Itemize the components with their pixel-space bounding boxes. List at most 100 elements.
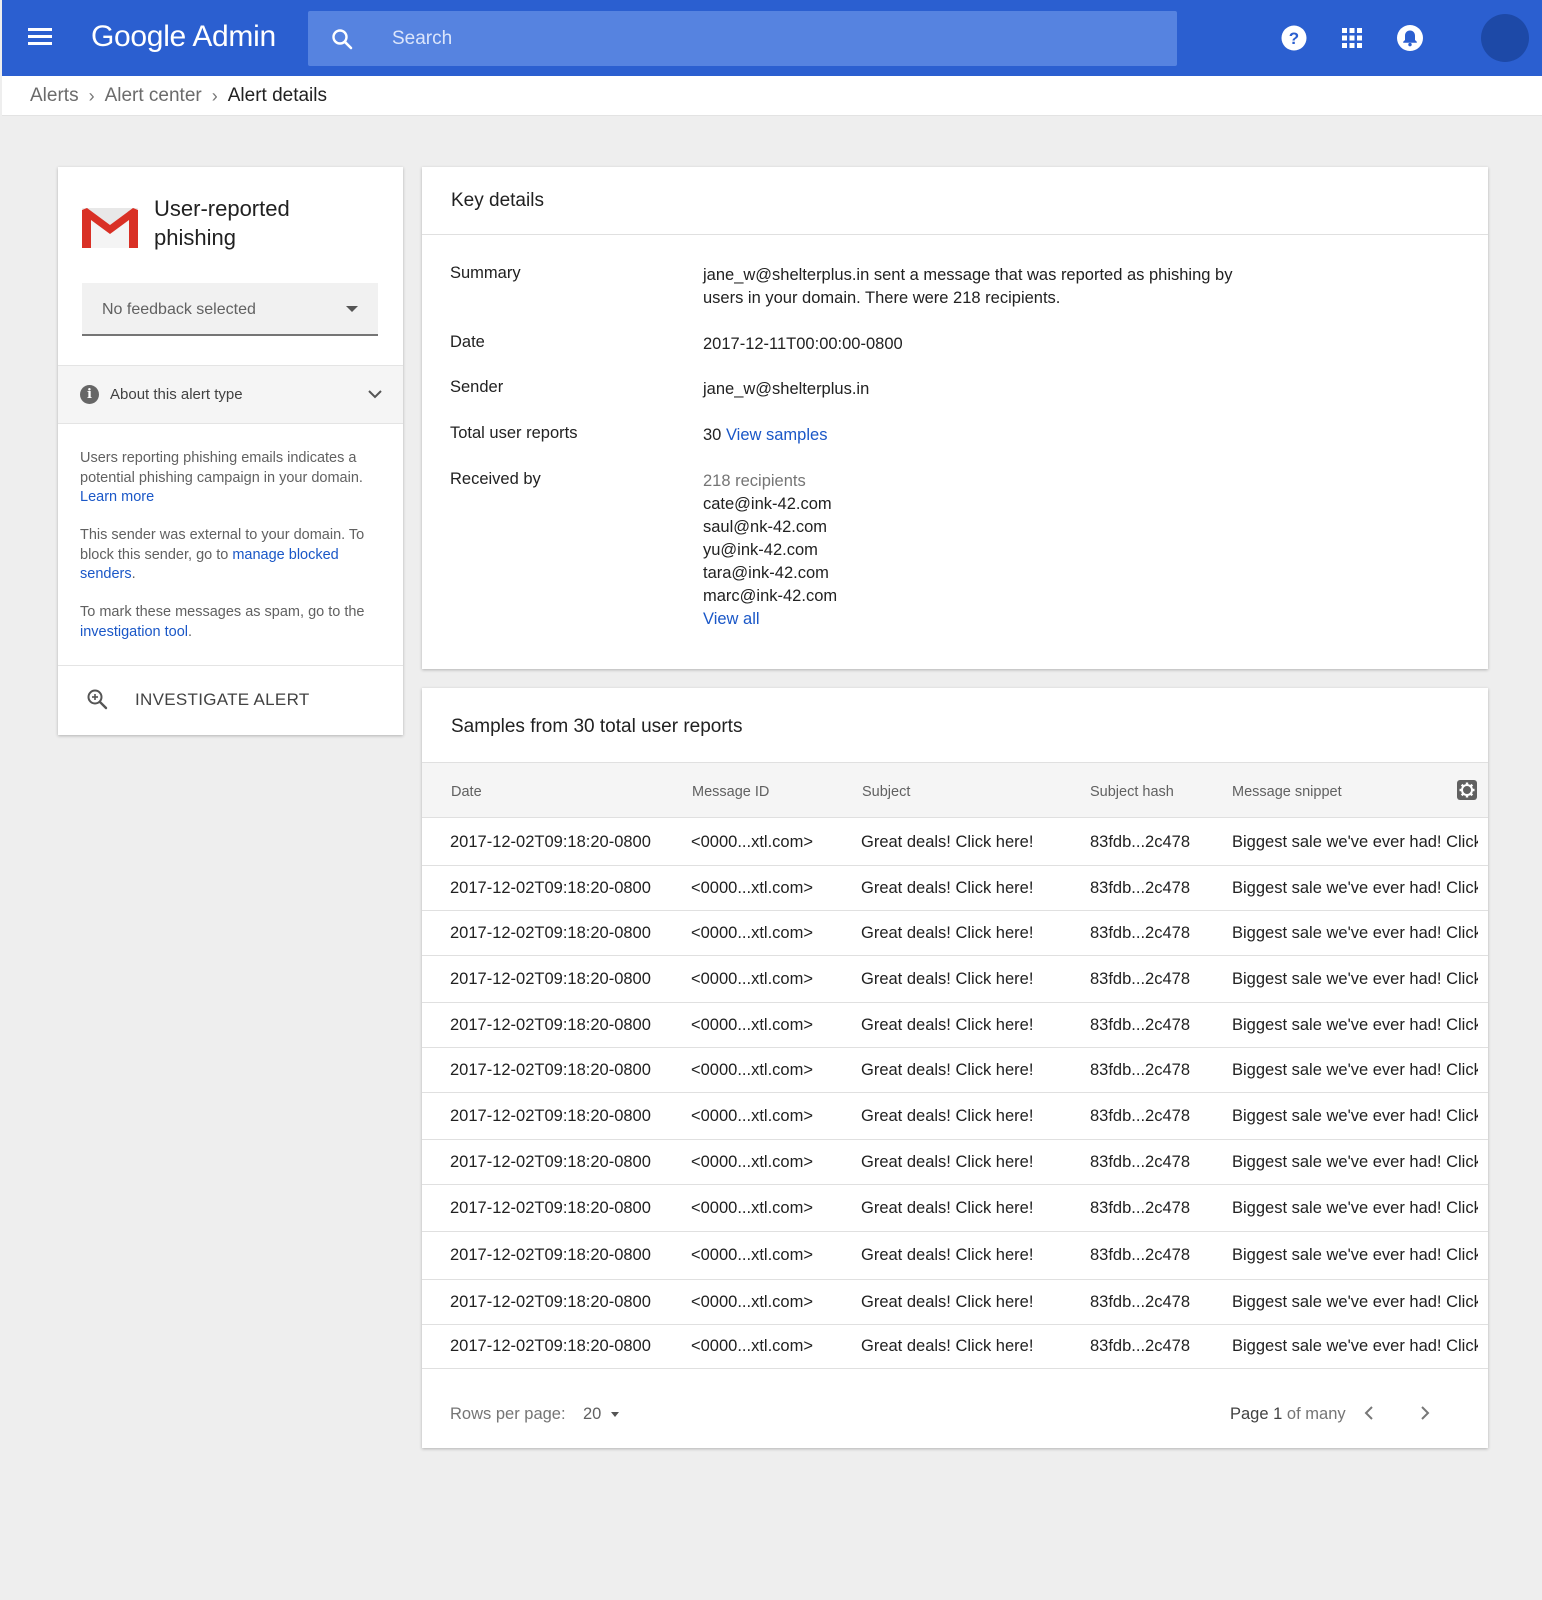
about-alert-type-expander[interactable]: i About this alert type (58, 365, 403, 424)
recipient: tara@ink-42.com (703, 564, 829, 582)
table-row[interactable]: 2017-12-02T09:18:20-0800 <0000...xtl.com>… (422, 1003, 1488, 1048)
chevron-down-icon[interactable] (367, 386, 383, 402)
table-header: Date Message ID Subject Subject hash Mes… (422, 762, 1488, 818)
feedback-dropdown[interactable]: No feedback selected (82, 283, 378, 336)
chevron-right-icon: › (88, 85, 95, 106)
cell-subject-hash: 83fdb...2c478 (1090, 1061, 1190, 1079)
table-row[interactable]: 2017-12-02T09:18:20-0800 <0000...xtl.com>… (422, 1093, 1488, 1140)
view-all-recipients-link[interactable]: View all (703, 610, 760, 628)
cell-date: 2017-12-02T09:18:20-0800 (450, 879, 651, 897)
cell-message-id: <0000...xtl.com> (691, 1246, 813, 1264)
column-header-subject[interactable]: Subject (862, 784, 910, 800)
learn-more-link[interactable]: Learn more (80, 489, 154, 505)
cell-date: 2017-12-02T09:18:20-0800 (450, 1293, 651, 1311)
about-label: About this alert type (110, 386, 243, 403)
cell-date: 2017-12-02T09:18:20-0800 (450, 970, 651, 988)
period: . (131, 566, 136, 582)
cell-subject-hash: 83fdb...2c478 (1090, 833, 1190, 851)
cell-message-snippet: Biggest sale we've ever had! Click (1232, 879, 1478, 897)
cell-message-snippet: Biggest sale we've ever had! Click (1232, 1061, 1478, 1079)
cell-subject-hash: 83fdb...2c478 (1090, 1153, 1190, 1171)
search-icon[interactable] (330, 27, 354, 51)
menu-icon[interactable] (26, 24, 54, 52)
investigate-alert-label: INVESTIGATE ALERT (135, 690, 310, 709)
help-icon[interactable]: ? (1280, 24, 1308, 52)
search-input[interactable] (392, 11, 1152, 66)
cell-subject-hash: 83fdb...2c478 (1090, 1016, 1190, 1034)
notifications-bell-icon[interactable] (1396, 24, 1424, 52)
cell-date: 2017-12-02T09:18:20-0800 (450, 1337, 651, 1355)
table-row[interactable]: 2017-12-02T09:18:20-0800 <0000...xtl.com>… (422, 911, 1488, 956)
table-row[interactable]: 2017-12-02T09:18:20-0800 <0000...xtl.com>… (422, 1140, 1488, 1185)
investigate-alert-button[interactable]: INVESTIGATE ALERT (58, 665, 403, 735)
cell-message-id: <0000...xtl.com> (691, 970, 813, 988)
view-samples-link[interactable]: View samples (726, 426, 828, 444)
cell-subject: Great deals! Click here! (861, 1016, 1034, 1034)
cell-message-snippet: Biggest sale we've ever had! Click (1232, 1016, 1478, 1034)
column-header-message-snippet[interactable]: Message snippet (1232, 784, 1342, 800)
table-row[interactable]: 2017-12-02T09:18:20-0800 <0000...xtl.com>… (422, 1325, 1488, 1369)
rows-per-page-select[interactable]: 20 (583, 1405, 601, 1424)
cell-subject-hash: 83fdb...2c478 (1090, 1199, 1190, 1217)
table-row[interactable]: 2017-12-02T09:18:20-0800 <0000...xtl.com>… (422, 1048, 1488, 1093)
cell-subject: Great deals! Click here! (861, 1337, 1034, 1355)
rows-per-page-label: Rows per page: (450, 1405, 566, 1423)
spam-note-text: To mark these messages as spam, go to th… (80, 604, 365, 620)
page-suffix: of many (1286, 1405, 1346, 1423)
breadcrumb-alerts[interactable]: Alerts (30, 85, 79, 107)
zoom-in-icon (87, 689, 108, 710)
user-reports-label: Total user reports (450, 424, 578, 442)
cell-message-id: <0000...xtl.com> (691, 924, 813, 942)
cell-subject-hash: 83fdb...2c478 (1090, 1246, 1190, 1264)
samples-header: Samples from 30 total user reports (422, 688, 1488, 762)
cell-subject-hash: 83fdb...2c478 (1090, 924, 1190, 942)
gear-icon[interactable] (1456, 779, 1478, 801)
key-details-title: Key details (451, 190, 544, 211)
sender-label: Sender (450, 378, 504, 396)
feedback-value: No feedback selected (102, 301, 256, 318)
key-details-header: Key details (422, 167, 1488, 235)
alert-description: Users reporting phishing emails indicate… (80, 449, 380, 508)
date-label: Date (450, 333, 485, 351)
summary-value: jane_w@shelterplus.in sent a message tha… (703, 266, 1233, 307)
table-row[interactable]: 2017-12-02T09:18:20-0800 <0000...xtl.com>… (422, 1185, 1488, 1232)
table-row[interactable]: 2017-12-02T09:18:20-0800 <0000...xtl.com>… (422, 866, 1488, 911)
cell-date: 2017-12-02T09:18:20-0800 (450, 1153, 651, 1171)
investigation-tool-link[interactable]: investigation tool (80, 624, 188, 640)
gmail-icon (82, 208, 138, 248)
cell-message-snippet: Biggest sale we've ever had! Click (1232, 833, 1478, 851)
recipient: cate@ink-42.com (703, 495, 832, 513)
avatar[interactable] (1481, 14, 1529, 62)
cell-date: 2017-12-02T09:18:20-0800 (450, 1246, 651, 1264)
user-reports-count: 30 (703, 426, 722, 444)
apps-grid-icon[interactable] (1338, 24, 1366, 52)
cell-message-id: <0000...xtl.com> (691, 879, 813, 897)
app-brand[interactable]: Google Admin (91, 20, 276, 54)
cell-message-id: <0000...xtl.com> (691, 1016, 813, 1034)
recipient: saul@nk-42.com (703, 518, 828, 536)
cell-message-snippet: Biggest sale we've ever had! Click (1232, 970, 1478, 988)
dropdown-arrow-icon[interactable] (611, 1412, 619, 1417)
search-bar[interactable] (308, 11, 1177, 66)
cell-subject: Great deals! Click here! (861, 1061, 1034, 1079)
column-header-subject-hash[interactable]: Subject hash (1090, 784, 1174, 800)
alert-type-title: User-reported phishing (154, 196, 290, 250)
recipients-count: 218 recipients (703, 472, 806, 490)
table-row[interactable]: 2017-12-02T09:18:20-0800 <0000...xtl.com>… (422, 819, 1488, 866)
cell-subject: Great deals! Click here! (861, 1246, 1034, 1264)
cell-message-id: <0000...xtl.com> (691, 1293, 813, 1311)
samples-card: Samples from 30 total user reports Date … (422, 688, 1488, 1448)
column-header-date[interactable]: Date (451, 784, 482, 800)
table-row[interactable]: 2017-12-02T09:18:20-0800 <0000...xtl.com>… (422, 1232, 1488, 1280)
cell-message-snippet: Biggest sale we've ever had! Click (1232, 1246, 1478, 1264)
breadcrumb-alert-center[interactable]: Alert center (105, 85, 202, 107)
table-row[interactable]: 2017-12-02T09:18:20-0800 <0000...xtl.com>… (422, 956, 1488, 1003)
next-page-icon[interactable] (1415, 1403, 1435, 1423)
period: . (188, 623, 193, 640)
table-row[interactable]: 2017-12-02T09:18:20-0800 <0000...xtl.com>… (422, 1280, 1488, 1325)
column-header-message-id[interactable]: Message ID (692, 784, 769, 800)
cell-message-id: <0000...xtl.com> (691, 1107, 813, 1125)
previous-page-icon[interactable] (1359, 1403, 1379, 1423)
cell-subject-hash: 83fdb...2c478 (1090, 1337, 1190, 1355)
spam-note: To mark these messages as spam, go to th… (80, 603, 380, 642)
